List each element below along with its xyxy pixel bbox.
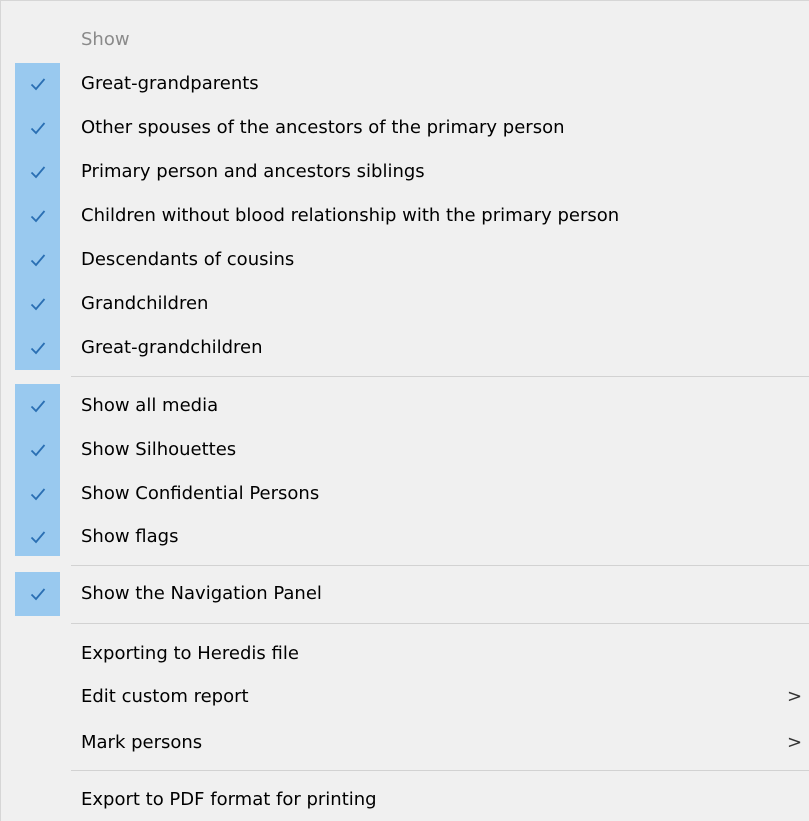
menu-item-label: Show all media bbox=[81, 395, 219, 416]
check-icon bbox=[15, 582, 60, 606]
menu-item-label: Great-grandparents bbox=[81, 73, 259, 94]
menu-item-label: Show flags bbox=[81, 526, 179, 547]
menu-item-label: Grandchildren bbox=[81, 293, 209, 314]
check-icon bbox=[15, 292, 60, 316]
menu-item-show-navigation-panel[interactable]: Show the Navigation Panel bbox=[1, 582, 809, 606]
menu-item-label: Exporting to Heredis file bbox=[81, 643, 299, 664]
menu-item-show-confidential[interactable]: Show Confidential Persons bbox=[1, 482, 809, 506]
context-menu: Show Great-grandparents Other spouses of… bbox=[0, 0, 809, 821]
menu-item-great-grandparents[interactable]: Great-grandparents bbox=[1, 72, 809, 96]
menu-item-label: Show the Navigation Panel bbox=[81, 583, 322, 604]
check-icon bbox=[15, 438, 60, 462]
check-icon bbox=[15, 336, 60, 360]
menu-item-show-flags[interactable]: Show flags bbox=[1, 525, 809, 549]
menu-item-descendants-cousins[interactable]: Descendants of cousins bbox=[1, 248, 809, 272]
menu-item-label: Show Confidential Persons bbox=[81, 483, 320, 504]
menu-separator bbox=[71, 565, 809, 566]
check-icon bbox=[15, 160, 60, 184]
menu-item-show-silhouettes[interactable]: Show Silhouettes bbox=[1, 438, 809, 462]
check-icon bbox=[15, 204, 60, 228]
menu-item-children-no-blood[interactable]: Children without blood relationship with… bbox=[1, 204, 809, 228]
menu-separator bbox=[71, 623, 809, 624]
menu-item-other-spouses[interactable]: Other spouses of the ancestors of the pr… bbox=[1, 116, 809, 140]
check-icon bbox=[15, 482, 60, 506]
menu-item-label: Mark persons bbox=[81, 732, 203, 753]
menu-item-export-pdf[interactable]: Export to PDF format for printing bbox=[1, 788, 809, 812]
menu-item-label: Export to PDF format for printing bbox=[81, 789, 377, 810]
menu-item-mark-persons[interactable]: Mark persons > bbox=[1, 731, 809, 755]
check-icon bbox=[15, 525, 60, 549]
menu-item-label: Other spouses of the ancestors of the pr… bbox=[81, 117, 565, 138]
check-icon bbox=[15, 394, 60, 418]
menu-item-label: Great-grandchildren bbox=[81, 337, 263, 358]
check-icon bbox=[15, 116, 60, 140]
submenu-arrow-icon: > bbox=[787, 732, 803, 753]
menu-item-label: Descendants of cousins bbox=[81, 249, 295, 270]
menu-item-grandchildren[interactable]: Grandchildren bbox=[1, 292, 809, 316]
menu-item-show-all-media[interactable]: Show all media bbox=[1, 394, 809, 418]
check-icon bbox=[15, 72, 60, 96]
menu-item-label: Children without blood relationship with… bbox=[81, 205, 620, 226]
menu-item-siblings[interactable]: Primary person and ancestors siblings bbox=[1, 160, 809, 184]
menu-item-export-heredis[interactable]: Exporting to Heredis file bbox=[1, 642, 809, 666]
check-icon bbox=[15, 248, 60, 272]
menu-separator bbox=[71, 376, 809, 377]
menu-item-label: Show Silhouettes bbox=[81, 439, 237, 460]
menu-header: Show bbox=[1, 28, 809, 52]
show-header-label: Show bbox=[81, 29, 130, 50]
menu-separator bbox=[71, 770, 809, 771]
menu-item-label: Edit custom report bbox=[81, 686, 249, 707]
menu-item-edit-custom-report[interactable]: Edit custom report > bbox=[1, 685, 809, 709]
menu-item-label: Primary person and ancestors siblings bbox=[81, 161, 425, 182]
submenu-arrow-icon: > bbox=[787, 686, 803, 707]
menu-item-great-grandchildren[interactable]: Great-grandchildren bbox=[1, 336, 809, 360]
